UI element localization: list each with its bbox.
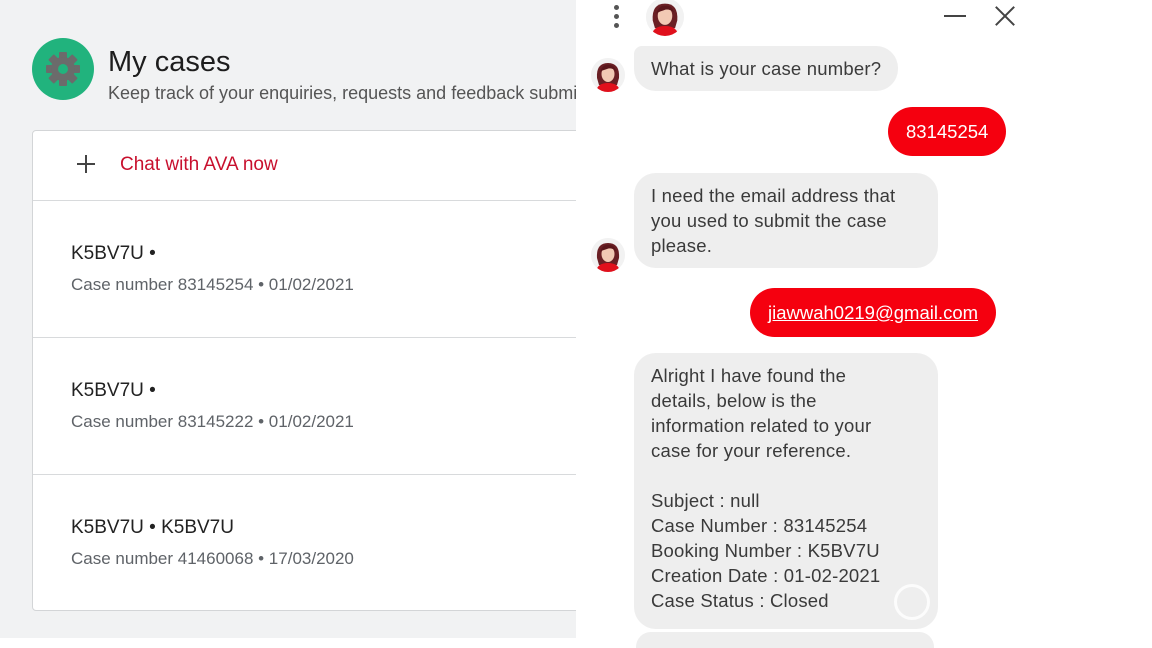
case-title: K5BV7U • [71, 243, 156, 264]
bot-message-line: I need the email address that [651, 185, 896, 206]
ava-avatar [646, 0, 684, 36]
bot-message-line: Creation Date : 01-02-2021 [651, 565, 881, 586]
close-icon[interactable] [994, 5, 1016, 27]
kebab-menu-icon[interactable] [612, 4, 620, 30]
case-meta: Case number 41460068 • 17/03/2020 [71, 549, 354, 568]
bot-message-partial [636, 632, 934, 648]
case-item[interactable]: K5BV7U • Case number 83145254 • 01/02/20… [33, 201, 576, 338]
bot-message-line: please. [651, 235, 713, 256]
case-meta: Case number 83145254 • 01/02/2021 [71, 275, 354, 294]
bot-message: Alright I have found the details, below … [634, 353, 938, 629]
bot-message-line: information related to your [651, 415, 872, 436]
cases-list: Chat with AVA now K5BV7U • Case number 8… [32, 130, 576, 611]
chat-panel: What is your case number? 83145254 I nee… [576, 0, 1152, 648]
case-item[interactable]: K5BV7U • Case number 83145222 • 01/02/20… [33, 338, 576, 475]
bot-message-text: What is your case number? [651, 58, 882, 79]
chat-with-ava-label: Chat with AVA now [120, 154, 278, 175]
bot-message-line: case for your reference. [651, 440, 852, 461]
bot-message-line: details, below is the [651, 390, 817, 411]
my-cases-page: My cases Keep track of your enquiries, r… [0, 0, 576, 638]
bot-message-line: Booking Number : K5BV7U [651, 540, 880, 561]
bot-message-line [651, 463, 921, 488]
user-message-text: 83145254 [906, 121, 989, 142]
user-message: 83145254 [888, 107, 1007, 156]
bot-message: What is your case number? [634, 46, 899, 91]
bot-message: I need the email address that you used t… [634, 173, 938, 268]
bot-message-line: Subject : null [651, 490, 760, 511]
bot-message-line: Alright I have found the [651, 365, 847, 386]
chat-with-ava-button[interactable]: Chat with AVA now [33, 131, 576, 201]
bot-message-line: Case Number : 83145254 [651, 515, 868, 536]
case-title: K5BV7U • K5BV7U [71, 517, 234, 538]
ava-avatar [591, 58, 625, 92]
case-meta: Case number 83145222 • 01/02/2021 [71, 412, 354, 431]
bot-message-line: you used to submit the case [651, 210, 887, 231]
page-title: My cases [108, 46, 231, 78]
user-message: jiawwah0219@gmail.com [750, 288, 997, 337]
case-item[interactable]: K5BV7U • K5BV7U Case number 41460068 • 1… [33, 475, 576, 612]
watermark-icon [894, 584, 930, 620]
bot-message-line: Case Status : Closed [651, 590, 829, 611]
ava-avatar [591, 238, 625, 272]
plus-icon [75, 153, 97, 175]
case-title: K5BV7U • [71, 380, 156, 401]
minimize-icon[interactable] [944, 6, 966, 28]
gear-icon [32, 38, 94, 100]
email-link[interactable]: jiawwah0219@gmail.com [768, 302, 978, 323]
page-subtitle: Keep track of your enquiries, requests a… [108, 83, 576, 103]
